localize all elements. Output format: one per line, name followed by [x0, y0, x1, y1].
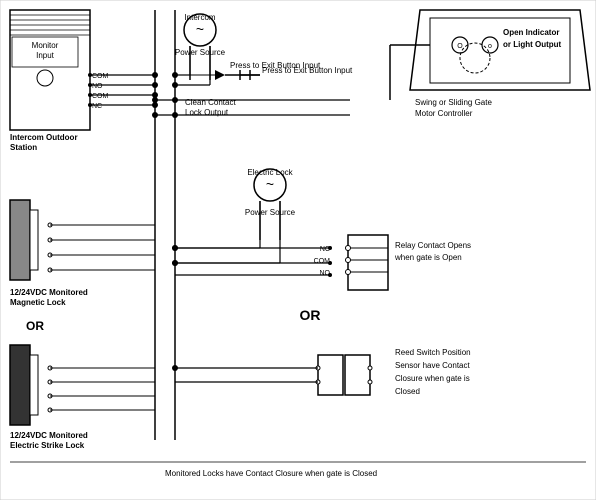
- monitor-input-label: Monitor: [32, 41, 59, 50]
- com2-label: COM: [92, 93, 109, 100]
- or-label-top: OR: [300, 307, 321, 323]
- reed-switch-label3: Closure when gate is: [395, 374, 470, 383]
- motor-terminal-o2-label: o: [488, 43, 492, 50]
- wiring-diagram: Monitor Input COM NO COM NC Intercom Out…: [0, 0, 596, 500]
- com-label: COM: [92, 73, 109, 80]
- reed-switch-label2: Sensor have Contact: [395, 361, 470, 370]
- open-indicator-label2: or Light Output: [503, 40, 562, 49]
- reed-switch-label: Reed Switch Position: [395, 348, 471, 357]
- monitor-input-label2: Input: [36, 51, 55, 60]
- electric-strike-label: 12/24VDC Monitored: [10, 431, 88, 440]
- reed-switch-label4: Closed: [395, 387, 420, 396]
- relay-opens-label: Relay Contact Opens: [395, 241, 471, 250]
- press-exit-label: Press to Exit Button Input: [262, 66, 353, 75]
- intercom-outdoor-station-label2: Station: [10, 143, 37, 152]
- electric-strike-label2: Electric Strike Lock: [10, 441, 85, 450]
- nc-label: NC: [92, 103, 102, 110]
- relay-opens-label2: when gate is Open: [394, 253, 462, 262]
- electric-lock-label: Electric Lock: [247, 168, 293, 177]
- intercom-power-label2: Power Source: [175, 48, 226, 57]
- intercom-outdoor-station-label: Intercom Outdoor: [10, 133, 78, 142]
- intercom-power-label: Intercom: [184, 13, 215, 22]
- or-label-left: OR: [26, 319, 44, 333]
- no-label: NO: [92, 83, 103, 90]
- open-indicator-label: Open Indicator: [503, 28, 559, 37]
- swing-gate-label: Swing or Sliding Gate: [415, 98, 492, 107]
- electric-lock-label2: Power Source: [245, 208, 296, 217]
- magnetic-lock-label: 12/24VDC Monitored: [10, 288, 88, 297]
- motor-terminal-o-label: O: [457, 43, 463, 50]
- bottom-note: Monitored Locks have Contact Closure whe…: [165, 469, 377, 478]
- intercom-power-wave: ~: [196, 21, 204, 37]
- electric-lock-wave: ~: [266, 176, 274, 192]
- clean-contact-label2: Lock Output: [185, 108, 229, 117]
- clean-contact-label: Clean Contact: [185, 98, 236, 107]
- swing-gate-label2: Motor Controller: [415, 109, 473, 118]
- magnetic-lock-label2: Magnetic Lock: [10, 298, 66, 307]
- relay-com-label: COM: [314, 258, 331, 265]
